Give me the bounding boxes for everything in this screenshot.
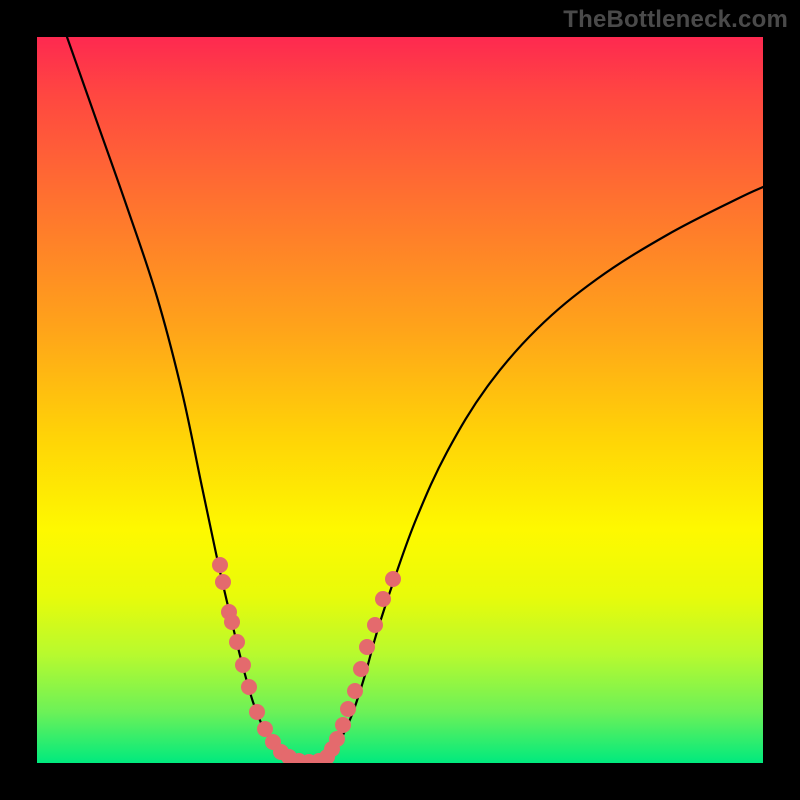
highlight-dot: [359, 639, 375, 655]
curve-right-branch: [323, 187, 763, 761]
curve-left-branch: [67, 37, 293, 759]
watermark-text: TheBottleneck.com: [563, 6, 788, 34]
highlight-dot: [353, 661, 369, 677]
highlight-dot: [224, 614, 240, 630]
highlight-dot: [249, 704, 265, 720]
plot-area: [37, 37, 763, 763]
highlight-dot: [347, 683, 363, 699]
highlight-dot: [335, 717, 351, 733]
highlight-dot: [340, 701, 356, 717]
highlight-dots-group: [212, 557, 401, 763]
highlight-dot: [375, 591, 391, 607]
highlight-dot: [385, 571, 401, 587]
highlight-dot: [235, 657, 251, 673]
highlight-dot: [367, 617, 383, 633]
highlight-dot: [215, 574, 231, 590]
highlight-dot: [229, 634, 245, 650]
chart-frame: TheBottleneck.com: [0, 0, 800, 800]
highlight-dot: [212, 557, 228, 573]
highlight-dot: [241, 679, 257, 695]
highlight-dot: [329, 731, 345, 747]
curve-layer: [37, 37, 763, 763]
